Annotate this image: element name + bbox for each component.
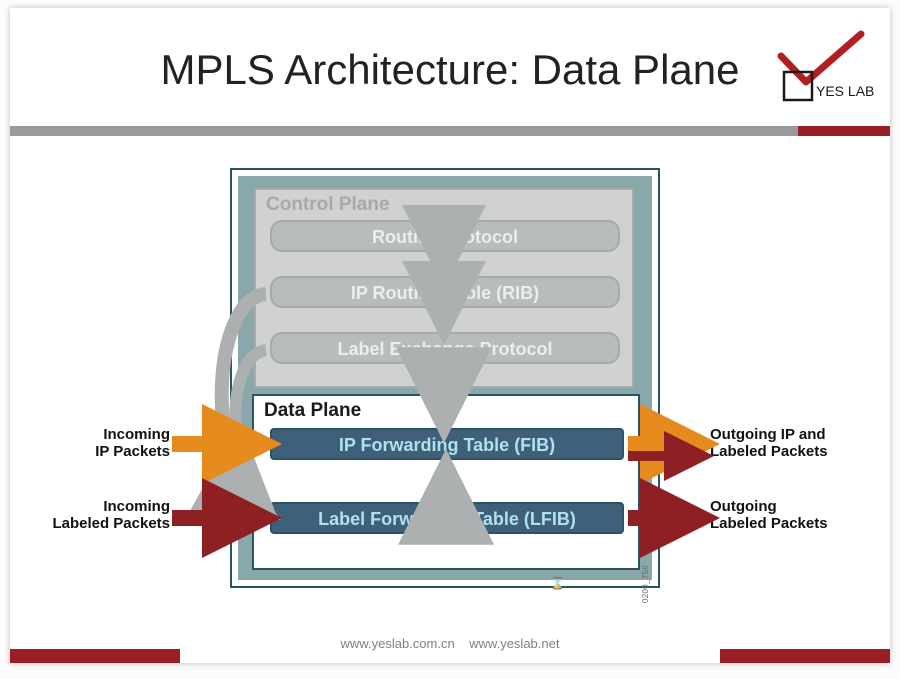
control-plane-title: Control Plane [266,194,390,216]
footer-url-1: www.yeslab.com.cn [341,636,455,651]
header-divider-accent [798,126,890,136]
slide: MPLS Architecture: Data Plane YES LAB Co… [10,8,890,663]
footer-accent-left [10,649,180,663]
incoming-ip-label: Incoming IP Packets [50,426,170,460]
brand-text: YES LAB [816,83,874,99]
footer-accent-right [720,649,890,663]
outgoing-labeled-label: Outgoing Labeled Packets [710,498,880,532]
outgoing-ip-label: Outgoing IP and Labeled Packets [710,426,880,460]
slide-title: MPLS Architecture: Data Plane [10,46,890,94]
data-plane-title: Data Plane [264,400,361,422]
brand-logo: YES LAB [766,28,876,108]
diagram-code: 0200_756 [641,565,650,603]
footer-url-2: www.yeslab.net [469,636,559,651]
rib-box: IP Routing Table (RIB) [270,276,620,308]
fib-box: IP Forwarding Table (FIB) [270,428,624,460]
lfib-box: Label Forwarding Table (LFIB) [270,502,624,534]
routing-protocol-box: Routing Protocol [270,220,620,252]
cursor-hourglass-icon: ⌛ [550,576,565,590]
header-divider [10,126,798,136]
label-exchange-box: Label Exchange Protocol [270,332,620,364]
incoming-labeled-label: Incoming Labeled Packets [18,498,170,532]
